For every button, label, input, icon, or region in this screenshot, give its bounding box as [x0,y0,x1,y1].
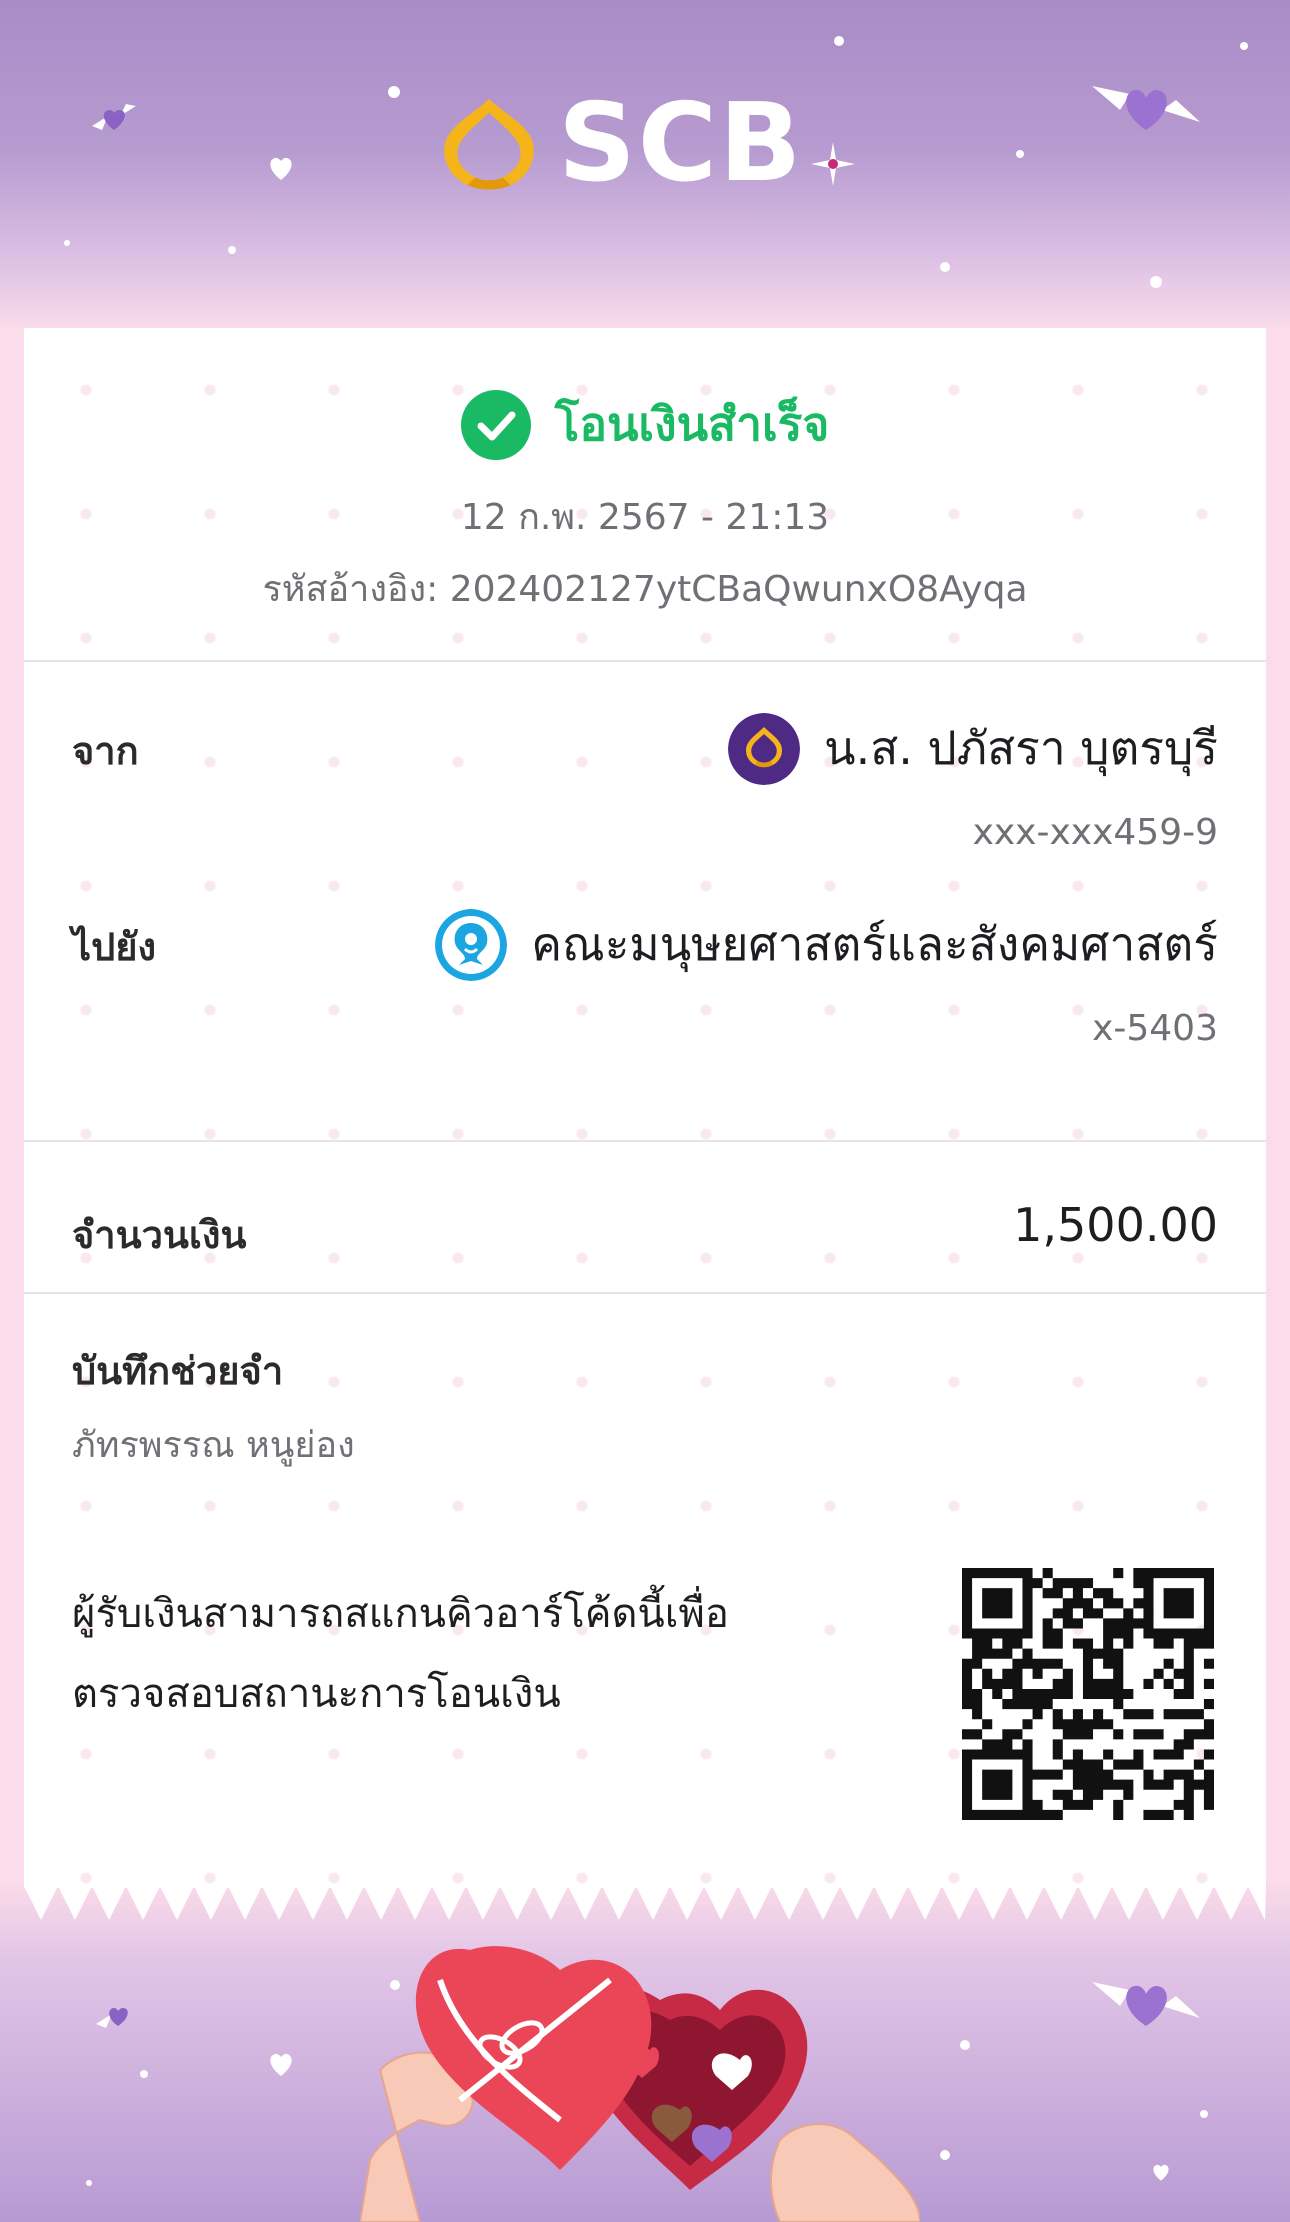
zigzag-shape [24,1886,1266,1920]
sparkle [228,246,236,254]
sparkle [388,86,400,98]
winged-heart-icon [92,104,136,130]
sparkle [940,2150,950,2160]
heart-icon [270,2053,292,2076]
sparkle [1016,150,1024,158]
divider [24,660,1266,662]
sparkle [140,2070,148,2078]
brand-name: SCB [558,81,804,206]
qr-modules [962,1568,1214,1820]
status-text: โอนเงินสำเร็จ [554,397,830,451]
memo-label: บันทึกช่วยจำ [72,1349,284,1393]
transaction-datetime: 12 ก.พ. 2567 - 21:13 [460,497,830,538]
divider [24,1292,1266,1294]
divider [24,1140,1266,1142]
valentine-gift-illustration [360,1946,920,2222]
to-account-number: x-5403 [1092,1008,1218,1049]
qr-note-line2: ตรวจสอบสถานะการโอนเงิน [72,1671,561,1717]
receipt-card: โอนเงินสำเร็จ 12 ก.พ. 2567 - 21:13 รหัสอ… [24,328,1266,1888]
sparkle [1240,42,1248,50]
sparkle [64,240,70,246]
scb-bank-icon [728,712,801,785]
sparkle [1150,276,1162,288]
receipt-zigzag-edge [24,1886,1266,1920]
to-name: คณะมนุษยศาสตร์และสังคมศาสตร์ [531,917,1218,971]
heart-icon [1153,2164,1169,2181]
winged-heart-icon [1092,86,1200,130]
to-label: ไปยัง [72,925,157,969]
sparkle [834,36,844,46]
reference-code: รหัสอ้างอิง: 202402127ytCBaQwunxO8Ayqa [262,569,1028,610]
to-account-name: คณะมนุษยศาสตร์และสังคมศาสตร์ [435,908,1218,981]
sparkle [86,2180,92,2186]
from-account-number: xxx-xxx459-9 [972,812,1218,853]
qr-note-line1: ผู้รับเงินสามารถสแกนคิวอาร์โค้ดนี้เพื่อ [72,1591,729,1637]
from-name: น.ส. ปภัสรา บุตรบุรี [824,721,1218,775]
winged-heart-icon [96,2008,128,2028]
scb-logo: SCB [440,81,856,206]
winged-heart-icon [1092,1982,1200,2026]
qr-note: ผู้รับเงินสามารถสแกนคิวอาร์โค้ดนี้เพื่อ … [72,1574,792,1734]
from-label: จาก [72,729,139,773]
memo-value: ภัทรพรรณ หนูย่อง [72,1425,355,1466]
heart-icon [270,157,292,180]
status-row: โอนเงินสำเร็จ [24,388,1266,461]
amount-label: จำนวนเงิน [72,1213,247,1257]
krungthai-bank-icon [435,908,508,981]
sparkle-star-icon [811,142,856,186]
sparkle [940,262,950,272]
amount-value: 1,500.00 [1013,1198,1218,1252]
sparkle [1200,2110,1208,2118]
scb-logo-icon [444,98,534,190]
from-account-name: น.ส. ปภัสรา บุตรบุรี [728,712,1218,785]
sparkle [960,2040,970,2050]
qr-code-icon[interactable] [962,1568,1214,1820]
success-check-icon [460,389,531,460]
